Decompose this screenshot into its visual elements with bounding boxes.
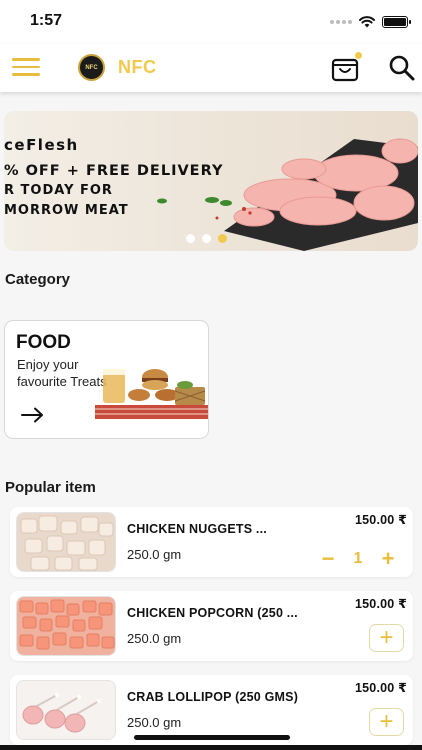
banner-dot[interactable] bbox=[202, 234, 211, 243]
cart-badge bbox=[354, 51, 363, 60]
add-to-cart-button[interactable]: + bbox=[369, 708, 404, 736]
status-icons bbox=[330, 15, 411, 28]
product-image bbox=[16, 680, 116, 740]
category-description: Enjoy your favourite Treats bbox=[17, 357, 107, 389]
app-header: NFC NFC bbox=[0, 44, 422, 92]
category-title: FOOD bbox=[16, 332, 71, 353]
wifi-icon bbox=[359, 16, 375, 28]
category-card-food[interactable]: FOOD Enjoy your favourite Treats bbox=[4, 320, 209, 439]
search-icon[interactable] bbox=[388, 54, 416, 82]
product-weight: 250.0 gm bbox=[127, 715, 182, 730]
product-image bbox=[16, 596, 116, 656]
product-name: CRAB LOLLIPOP (250 GMS) bbox=[127, 690, 299, 704]
hamburger-menu-icon[interactable] bbox=[12, 58, 40, 78]
banner-text: ceFlesh % OFF + FREE DELIVERY R TODAY FO… bbox=[4, 135, 223, 221]
decrease-quantity-button[interactable]: − bbox=[318, 548, 338, 570]
product-price: 150.00 ₹ bbox=[354, 513, 407, 527]
quantity-value: 1 bbox=[353, 550, 363, 567]
banner-line-3: R TODAY FOR bbox=[4, 183, 113, 198]
category-section-title: Category bbox=[5, 271, 71, 288]
app-screen: 1:57 NFC NFC ceFlesh % OFF + FREE DELIVE… bbox=[0, 0, 422, 750]
status-bar: 1:57 bbox=[0, 0, 422, 44]
home-indicator[interactable] bbox=[134, 735, 290, 740]
product-price: 150.00 ₹ bbox=[354, 681, 407, 695]
brand-logo: NFC bbox=[78, 54, 105, 81]
increase-quantity-button[interactable]: + bbox=[378, 548, 398, 570]
banner-line-1: ceFlesh bbox=[4, 136, 79, 154]
product-price: 150.00 ₹ bbox=[354, 597, 407, 611]
brand-name: NFC bbox=[118, 57, 157, 77]
product-image bbox=[16, 512, 116, 572]
banner-line-4: MORROW MEAT bbox=[4, 203, 129, 218]
add-to-cart-button[interactable]: + bbox=[369, 624, 404, 652]
product-name: CHICKEN NUGGETS ... bbox=[127, 522, 267, 536]
promo-banner[interactable]: ceFlesh % OFF + FREE DELIVERY R TODAY FO… bbox=[4, 111, 418, 251]
product-weight: 250.0 gm bbox=[127, 547, 182, 562]
banner-dot[interactable] bbox=[186, 234, 195, 243]
banner-page-indicator bbox=[186, 234, 227, 243]
food-platter-image bbox=[95, 369, 208, 419]
arrow-right-icon bbox=[21, 407, 43, 423]
cellular-signal-icon bbox=[330, 19, 352, 24]
product-card[interactable]: CHICKEN NUGGETS ... 250.0 gm 150.00 ₹ − … bbox=[10, 507, 413, 577]
bottom-edge bbox=[0, 745, 422, 750]
popular-section-title: Popular item bbox=[5, 479, 96, 496]
product-weight: 250.0 gm bbox=[127, 631, 182, 646]
banner-dot-active[interactable] bbox=[218, 234, 227, 243]
quantity-stepper: − 1 + bbox=[318, 547, 398, 571]
status-time: 1:57 bbox=[30, 12, 63, 29]
banner-line-2: % OFF + FREE DELIVERY bbox=[4, 163, 224, 179]
product-card[interactable]: CHICKEN POPCORN (250 ... 250.0 gm 150.00… bbox=[10, 591, 413, 661]
battery-icon bbox=[382, 15, 411, 28]
product-name: CHICKEN POPCORN (250 ... bbox=[127, 606, 298, 620]
